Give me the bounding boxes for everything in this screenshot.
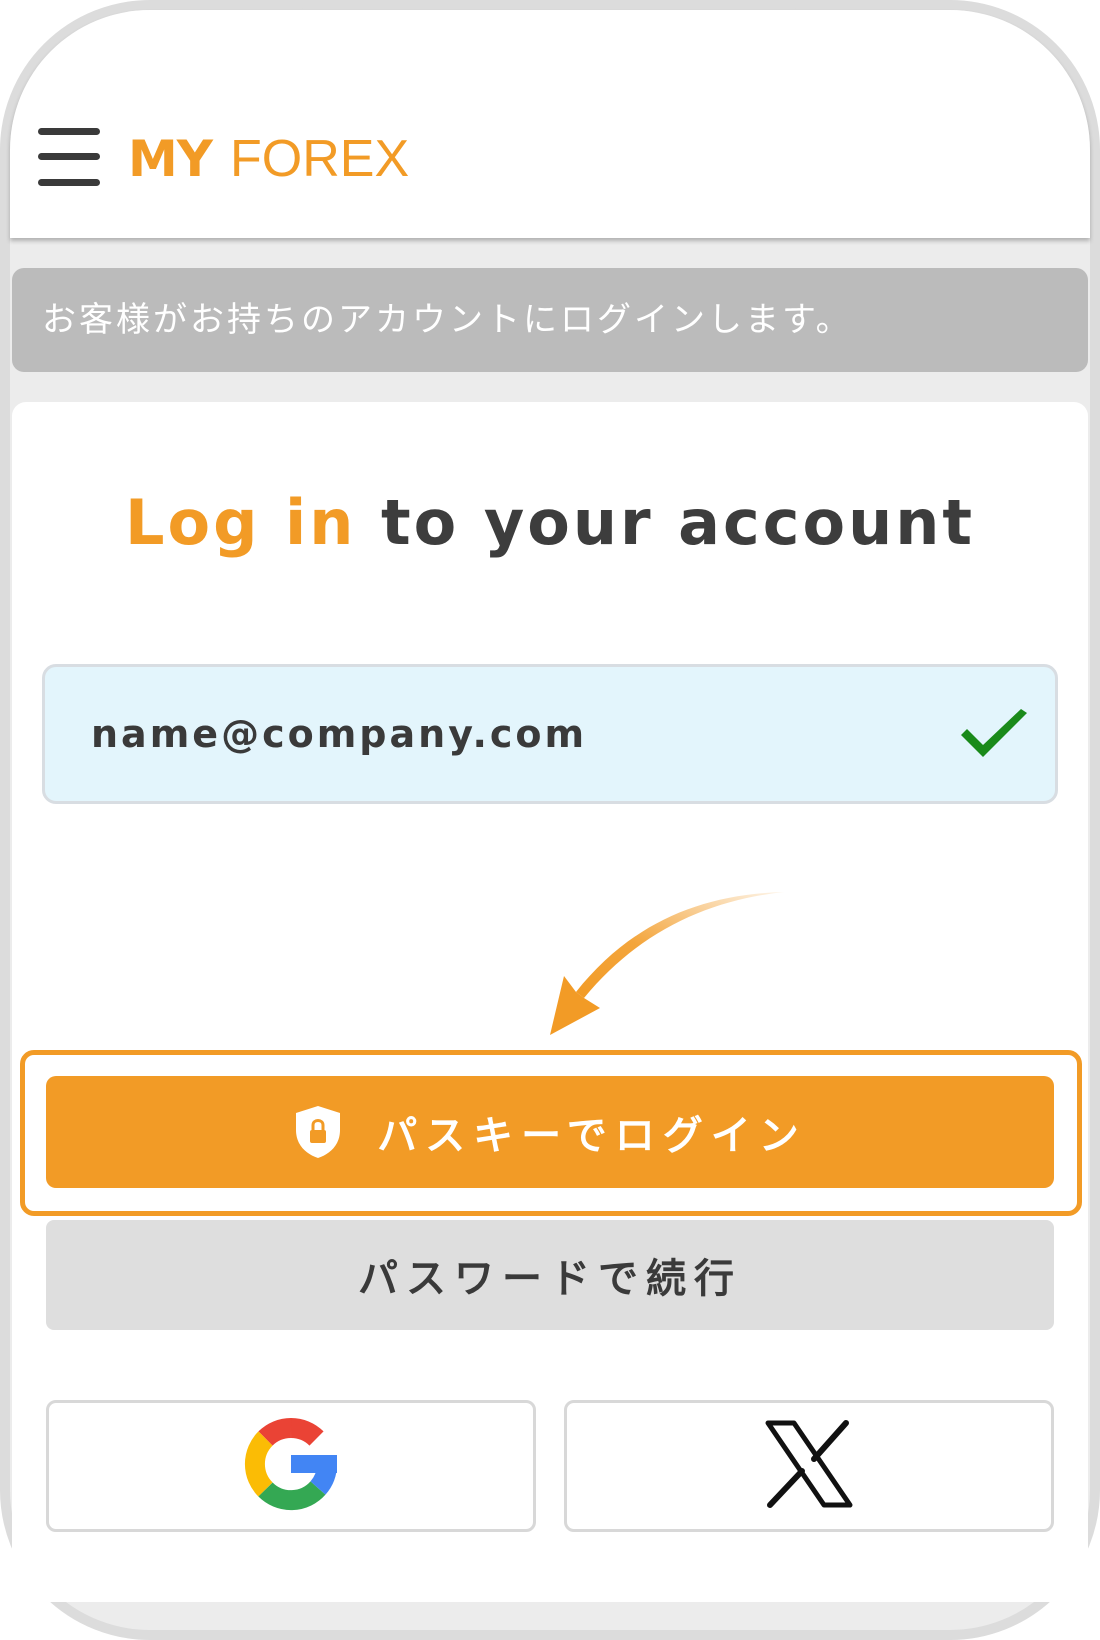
passkey-login-label: パスキーでログイン (377, 1113, 807, 1159)
hamburger-menu-icon[interactable] (38, 128, 100, 186)
title-accent: Log in (124, 486, 357, 559)
checkmark-icon (957, 705, 1031, 769)
login-notice: お客様がお持ちのアカウントにログインします。 (12, 268, 1088, 372)
password-continue-button[interactable]: パスワードで続行 (46, 1220, 1054, 1330)
email-field[interactable] (42, 664, 1058, 804)
pointer-arrow-icon (520, 880, 800, 1054)
x-logo-icon (764, 1419, 854, 1513)
myforex-logo[interactable]: MY FOREX (126, 128, 466, 184)
svg-text:MY: MY (128, 130, 214, 184)
svg-text:FOREX: FOREX (230, 130, 409, 184)
google-login-button[interactable] (46, 1400, 536, 1532)
page-title: Log in to your account (0, 486, 1100, 559)
logo-wordmark: MY FOREX (128, 130, 409, 184)
shield-lock-icon (293, 1104, 343, 1160)
site-header: MY FOREX (10, 10, 1090, 238)
passkey-login-button[interactable]: パスキーでログイン (46, 1076, 1054, 1188)
x-login-button[interactable] (564, 1400, 1054, 1532)
email-input[interactable] (91, 701, 911, 767)
password-continue-label: パスワードで続行 (358, 1256, 742, 1302)
title-rest: to your account (356, 486, 976, 559)
google-icon (241, 1414, 341, 1518)
